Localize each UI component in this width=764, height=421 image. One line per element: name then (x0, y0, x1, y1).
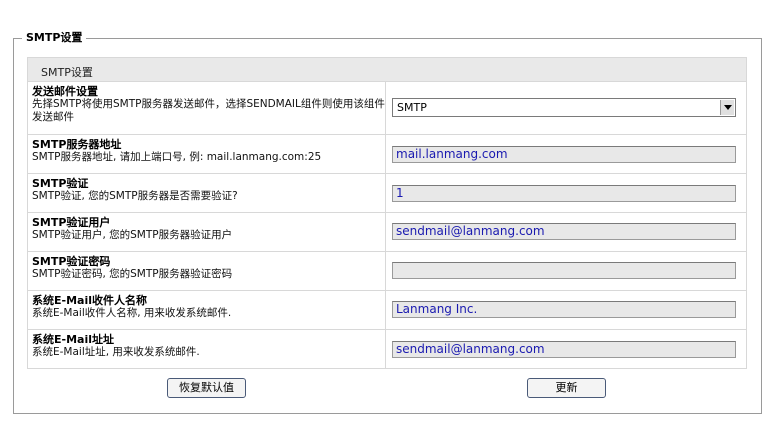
row-smtp-user: SMTP验证用户 SMTP验证用户, 您的SMTP服务器验证用户 sendmai… (27, 213, 747, 252)
row-desc: SMTP验证用户, 您的SMTP服务器验证用户 (32, 229, 233, 241)
row-value-cell: 1 (391, 174, 747, 212)
row-desc: 系统E-Mail址址, 用来收发系统邮件. (32, 346, 200, 358)
row-desc: SMTP验证密码, 您的SMTP服务器验证密码 (32, 268, 233, 280)
row-title: SMTP验证用户 (32, 216, 111, 229)
panel-header-title: SMTP设置 (41, 66, 93, 79)
chevron-down-icon[interactable] (720, 100, 734, 115)
row-label-cell: SMTP服务器地址 SMTP服务器地址, 请加上端口号, 例: mail.lan… (27, 135, 386, 173)
reset-default-button[interactable]: 恢复默认值 (167, 378, 246, 398)
smtp-server-input[interactable]: mail.lanmang.com (392, 146, 736, 163)
row-smtp-password: SMTP验证密码 SMTP验证密码, 您的SMTP服务器验证密码 (27, 252, 747, 291)
row-system-email-address: 系统E-Mail址址 系统E-Mail址址, 用来收发系统邮件. sendmai… (27, 330, 747, 369)
update-button[interactable]: 更新 (527, 378, 606, 398)
row-value-cell (391, 252, 747, 290)
row-value-cell: SMTP (391, 82, 747, 134)
row-label-cell: 系统E-Mail址址 系统E-Mail址址, 用来收发系统邮件. (27, 330, 386, 369)
smtp-user-input[interactable]: sendmail@lanmang.com (392, 223, 736, 240)
row-desc: SMTP服务器地址, 请加上端口号, 例: mail.lanmang.com:2… (32, 151, 322, 163)
row-value-cell: sendmail@lanmang.com (391, 213, 747, 251)
row-system-email-name: 系统E-Mail收件人名称 系统E-Mail收件人名称, 用来收发系统邮件. L… (27, 291, 747, 330)
smtp-password-input[interactable] (392, 262, 736, 279)
row-send-mail: 发送邮件设置 先择SMTP将使用SMTP服务器发送邮件，选择SENDMAIL组件… (27, 82, 747, 135)
send-mail-select[interactable]: SMTP (392, 98, 736, 117)
row-label-cell: SMTP验证密码 SMTP验证密码, 您的SMTP服务器验证密码 (27, 252, 386, 290)
row-title: 系统E-Mail收件人名称 (32, 294, 147, 307)
row-value-cell: sendmail@lanmang.com (391, 330, 747, 369)
row-label-cell: 发送邮件设置 先择SMTP将使用SMTP服务器发送邮件，选择SENDMAIL组件… (27, 82, 386, 134)
row-label-cell: SMTP验证用户 SMTP验证用户, 您的SMTP服务器验证用户 (27, 213, 386, 251)
system-email-name-input[interactable]: Lanmang Inc. (392, 301, 736, 318)
row-value-cell: mail.lanmang.com (391, 135, 747, 173)
row-title: 系统E-Mail址址 (32, 333, 114, 346)
group-legend: SMTP设置 (22, 30, 87, 46)
send-mail-select-value: SMTP (397, 101, 427, 114)
row-title: SMTP服务器地址 (32, 138, 122, 151)
row-title: SMTP验证密码 (32, 255, 111, 268)
row-smtp-auth: SMTP验证 SMTP验证, 您的SMTP服务器是否需要验证? 1 (27, 174, 747, 213)
row-value-cell: Lanmang Inc. (391, 291, 747, 329)
row-desc: 系统E-Mail收件人名称, 用来收发系统邮件. (32, 307, 232, 319)
row-label-cell: SMTP验证 SMTP验证, 您的SMTP服务器是否需要验证? (27, 174, 386, 212)
row-label-cell: 系统E-Mail收件人名称 系统E-Mail收件人名称, 用来收发系统邮件. (27, 291, 386, 329)
row-title: 发送邮件设置 (32, 85, 98, 98)
smtp-auth-input[interactable]: 1 (392, 185, 736, 202)
row-title: SMTP验证 (32, 177, 89, 190)
system-email-address-input[interactable]: sendmail@lanmang.com (392, 341, 736, 358)
row-desc: SMTP验证, 您的SMTP服务器是否需要验证? (32, 190, 238, 202)
row-desc: 先择SMTP将使用SMTP服务器发送邮件，选择SENDMAIL组件则使用该组件发… (32, 98, 385, 123)
row-smtp-server: SMTP服务器地址 SMTP服务器地址, 请加上端口号, 例: mail.lan… (27, 135, 747, 174)
panel-header: SMTP设置 (27, 57, 747, 82)
